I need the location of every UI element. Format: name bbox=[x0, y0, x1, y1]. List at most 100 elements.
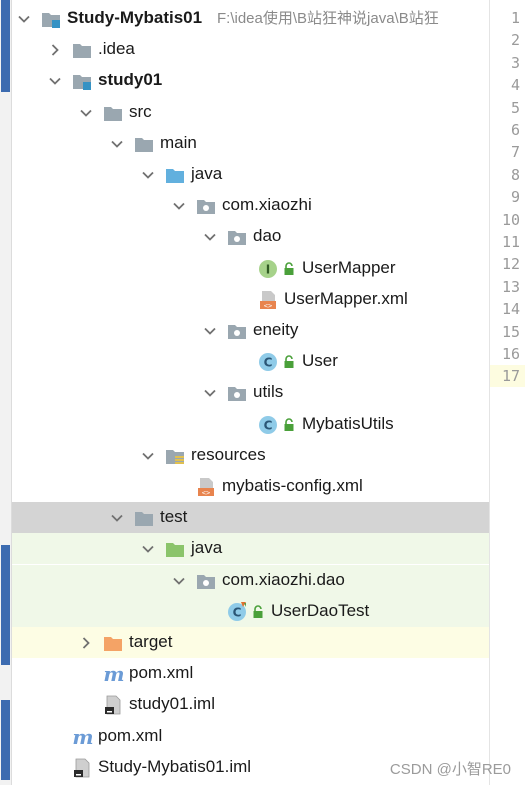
excluded-folder-icon bbox=[103, 633, 123, 653]
package-icon bbox=[227, 227, 247, 247]
source-folder-icon bbox=[165, 165, 185, 185]
tree-row[interactable]: test bbox=[12, 502, 489, 534]
tree-row[interactable]: C User bbox=[12, 346, 489, 377]
tree-item-label: Study-Mybatis01.iml bbox=[98, 756, 252, 776]
favorites-tool-tab[interactable] bbox=[1, 700, 10, 780]
tree-row[interactable]: main bbox=[12, 128, 489, 159]
svg-text:C: C bbox=[264, 356, 273, 370]
line-number: 12 bbox=[501, 255, 520, 274]
tree-item-label: UserDaoTest bbox=[271, 600, 370, 620]
tree-row[interactable]: eneity bbox=[12, 315, 489, 346]
chevron-down-icon[interactable] bbox=[204, 324, 216, 336]
tree-item-label: com.xiaozhi.dao bbox=[222, 569, 345, 589]
line-number: 4 bbox=[510, 76, 520, 95]
tree-item-label: com.xiaozhi bbox=[222, 195, 312, 215]
svg-text:I: I bbox=[266, 262, 270, 276]
project-tree[interactable]: Study-Mybatis01 F:\idea使用\B站狂神说java\B站狂 .i… bbox=[12, 0, 489, 785]
line-number: 14 bbox=[501, 300, 520, 319]
chevron-down-icon[interactable] bbox=[49, 74, 61, 86]
tree-row[interactable]: com.xiaozhi bbox=[12, 190, 489, 221]
chevron-down-icon[interactable] bbox=[111, 137, 123, 149]
tree-item-label: utils bbox=[253, 382, 284, 402]
lock-icon bbox=[283, 261, 303, 282]
tree-row[interactable]: target bbox=[12, 627, 489, 658]
chevron-down-icon[interactable] bbox=[142, 168, 154, 180]
resources-folder-icon bbox=[165, 446, 185, 466]
tree-row[interactable]: <> UserMapper.xml bbox=[12, 284, 489, 315]
tree-row[interactable]: .idea bbox=[12, 34, 489, 65]
tree-item-label: java bbox=[191, 538, 223, 558]
tree-item-label: study01 bbox=[98, 70, 163, 90]
tree-row[interactable]: dao bbox=[12, 221, 489, 252]
maven-icon: m bbox=[72, 725, 93, 749]
chevron-down-icon[interactable] bbox=[18, 12, 30, 24]
line-number: 2 bbox=[510, 31, 520, 50]
line-number: 7 bbox=[510, 143, 520, 162]
svg-text:<>: <> bbox=[202, 489, 210, 497]
tree-row[interactable]: study01 bbox=[12, 65, 489, 96]
tree-row[interactable]: src bbox=[12, 97, 489, 128]
tree-item-label: test bbox=[160, 507, 188, 527]
line-number: 9 bbox=[510, 188, 520, 207]
chevron-down-icon[interactable] bbox=[173, 574, 185, 586]
chevron-down-icon[interactable] bbox=[173, 199, 185, 211]
module-folder-icon bbox=[41, 9, 61, 29]
line-number: 16 bbox=[501, 345, 520, 363]
tree-row[interactable]: java bbox=[12, 533, 489, 565]
tree-item-label: dao bbox=[253, 226, 282, 246]
project-tool-tab[interactable] bbox=[1, 0, 10, 92]
tree-item-label: src bbox=[129, 101, 152, 121]
iml-file-icon bbox=[103, 695, 123, 715]
tree-row[interactable]: C UserDaoTest bbox=[12, 595, 489, 627]
tool-window-strip[interactable] bbox=[0, 0, 12, 785]
line-number: 3 bbox=[510, 53, 520, 72]
iml-file-icon bbox=[72, 758, 92, 778]
chevron-right-icon[interactable] bbox=[80, 636, 92, 649]
tree-row[interactable]: resources bbox=[12, 440, 489, 471]
chevron-down-icon[interactable] bbox=[204, 386, 216, 398]
chevron-down-icon[interactable] bbox=[142, 542, 154, 554]
tree-row[interactable]: Study-Mybatis01 F:\idea使用\B站狂神说java\B站狂 bbox=[12, 3, 489, 34]
svg-text:C: C bbox=[233, 605, 242, 619]
tree-item-label: .idea bbox=[98, 39, 135, 59]
tree-row[interactable]: m pom.xml bbox=[12, 658, 489, 689]
folder-icon bbox=[134, 508, 154, 528]
line-number: 1 bbox=[510, 9, 520, 27]
tree-item-label: User bbox=[302, 351, 338, 371]
tree-row[interactable]: <> mybatis-config.xml bbox=[12, 471, 489, 502]
tree-item-label: resources bbox=[191, 444, 266, 464]
chevron-down-icon[interactable] bbox=[142, 449, 154, 461]
svg-text:<>: <> bbox=[264, 302, 272, 310]
chevron-down-icon[interactable] bbox=[204, 230, 216, 242]
tree-row[interactable]: m pom.xml bbox=[12, 721, 489, 752]
folder-icon bbox=[72, 40, 92, 60]
line-number: 11 bbox=[501, 233, 520, 251]
tree-item-label: UserMapper bbox=[302, 257, 396, 277]
lock-icon bbox=[252, 605, 272, 625]
line-number: 15 bbox=[501, 322, 520, 341]
structure-tool-tab[interactable] bbox=[1, 545, 10, 665]
tree-item-label: study01.iml bbox=[129, 694, 215, 714]
chevron-down-icon[interactable] bbox=[80, 106, 92, 118]
tree-row[interactable]: I UserMapper bbox=[12, 253, 489, 284]
tree-item-label: Study-Mybatis01 bbox=[67, 8, 203, 27]
project-path: F:\idea使用\B站狂神说java\B站狂 bbox=[217, 10, 439, 27]
chevron-right-icon[interactable] bbox=[49, 43, 61, 56]
lock-icon bbox=[283, 355, 303, 375]
svg-text:C: C bbox=[264, 418, 273, 432]
tree-row[interactable]: java bbox=[12, 159, 489, 190]
watermark: CSDN @小智RE0 bbox=[389, 761, 511, 778]
line-number: 6 bbox=[510, 121, 520, 139]
package-icon bbox=[227, 383, 247, 403]
line-number: 17 bbox=[501, 367, 520, 386]
tree-row[interactable]: study01.iml bbox=[12, 689, 489, 720]
line-number: 8 bbox=[510, 165, 520, 184]
tree-row[interactable]: utils bbox=[12, 377, 489, 408]
tree-row[interactable]: C MybatisUtils bbox=[12, 409, 489, 440]
lock-icon bbox=[283, 417, 303, 438]
chevron-down-icon[interactable] bbox=[111, 511, 123, 523]
tree-item-label: UserMapper.xml bbox=[284, 288, 408, 308]
tree-row[interactable]: com.xiaozhi.dao bbox=[12, 564, 489, 596]
line-number: 10 bbox=[501, 210, 520, 229]
tree-item-label: MybatisUtils bbox=[302, 413, 394, 433]
